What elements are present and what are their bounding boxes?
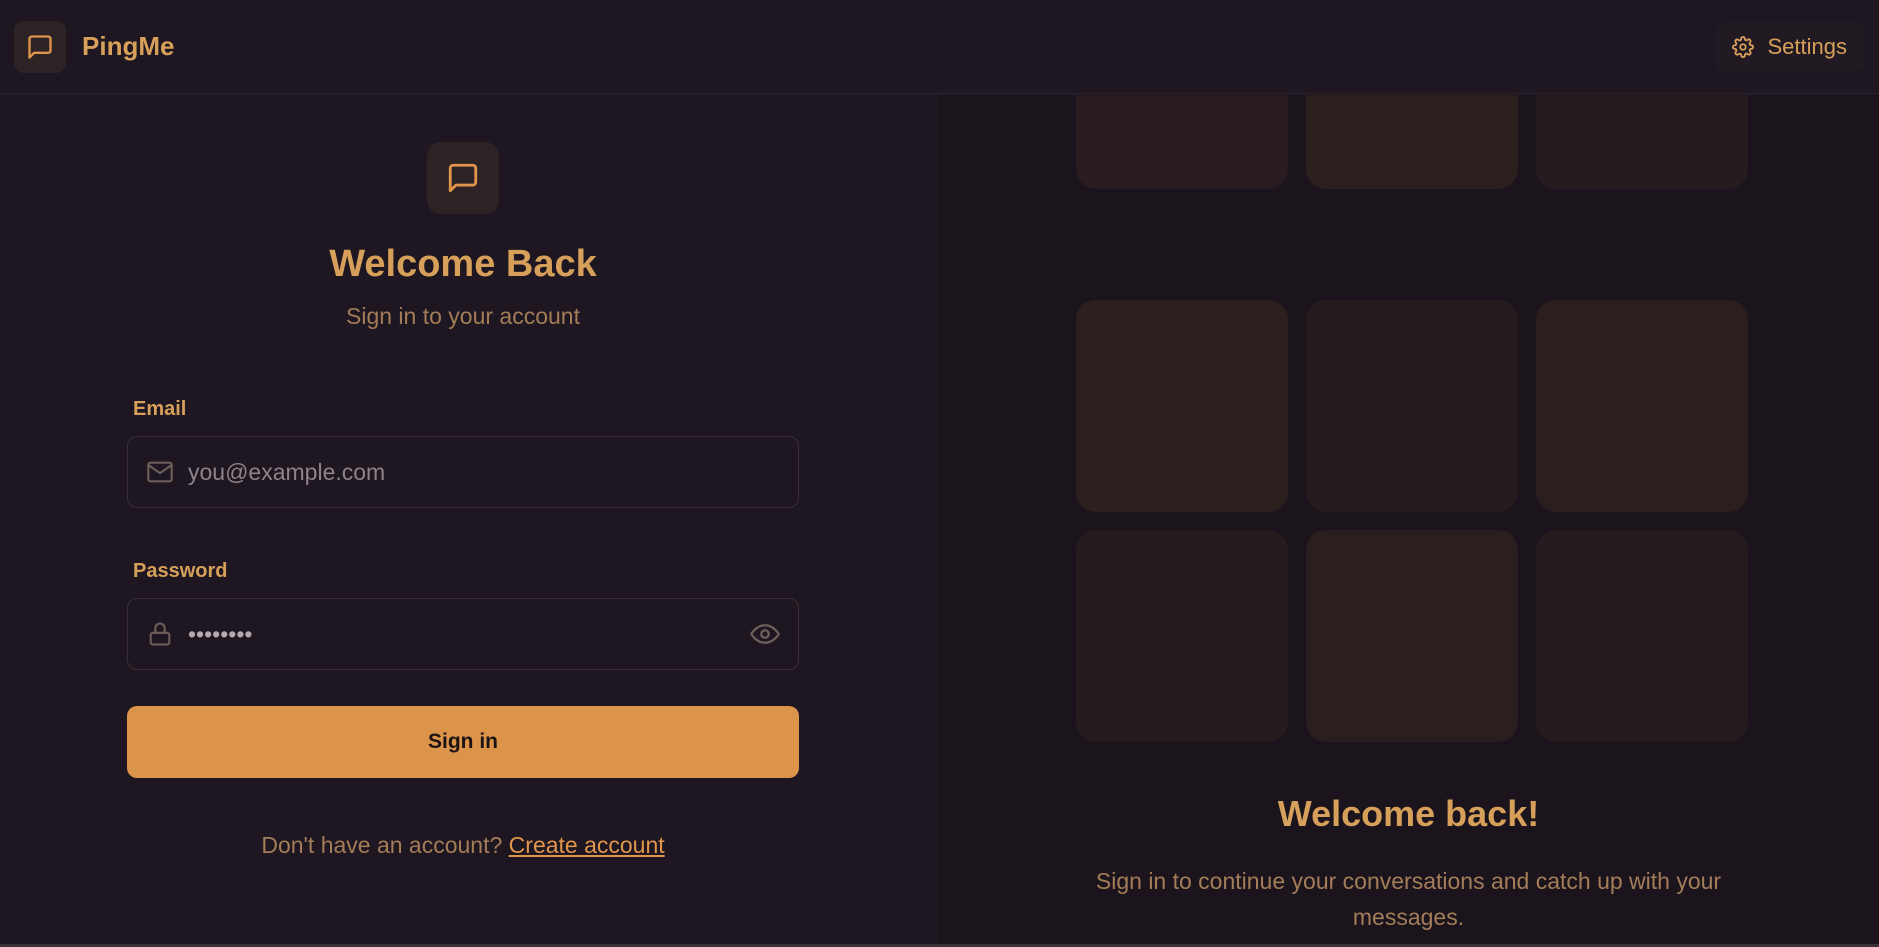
promo-title: Welcome back!	[1277, 793, 1540, 834]
decor-tile	[1076, 95, 1288, 189]
brand-name: PingMe	[82, 31, 175, 61]
decor-tile	[1536, 300, 1748, 512]
lock-icon	[146, 620, 174, 648]
settings-label: Settings	[1767, 33, 1848, 59]
decor-tile	[1536, 530, 1748, 742]
email-field-wrapper	[127, 436, 799, 508]
decor-tile	[1536, 95, 1748, 189]
brand-logo	[14, 20, 66, 73]
eye-icon[interactable]	[750, 619, 780, 649]
decor-tile	[1306, 95, 1518, 189]
settings-button[interactable]: Settings	[1715, 21, 1865, 72]
decor-tile	[1076, 530, 1288, 742]
sign-in-button[interactable]: Sign in	[127, 706, 799, 778]
page-subtitle: Sign in to your account	[346, 303, 580, 329]
decor-tile	[1076, 300, 1288, 512]
create-account-link[interactable]: Create account	[509, 832, 665, 858]
footer-prompt-text: Don't have an account?	[261, 832, 503, 858]
password-label: Password	[133, 560, 228, 582]
message-square-icon	[28, 34, 52, 59]
hero-logo	[427, 142, 499, 214]
top-bar: PingMe Settings	[0, 0, 1879, 94]
promo-subtitle: Sign in to continue your conversations a…	[1095, 868, 1722, 930]
page-title: Welcome Back	[329, 243, 597, 285]
create-account-prompt: Don't have an account? Create account	[0, 832, 926, 859]
brand[interactable]: PingMe	[14, 20, 175, 73]
email-field[interactable]	[188, 458, 780, 486]
decor-tile	[1306, 530, 1518, 742]
mail-icon	[146, 458, 174, 486]
password-field[interactable]	[188, 620, 750, 648]
decor-tile	[1306, 300, 1518, 512]
promo-panel: Welcome back! Sign in to continue your c…	[938, 95, 1879, 944]
gear-icon	[1731, 35, 1754, 58]
password-field-wrapper	[127, 598, 799, 670]
login-panel: Welcome Back Sign in to your account Ema…	[0, 95, 938, 944]
email-label: Email	[133, 398, 187, 420]
message-square-icon	[448, 163, 478, 193]
